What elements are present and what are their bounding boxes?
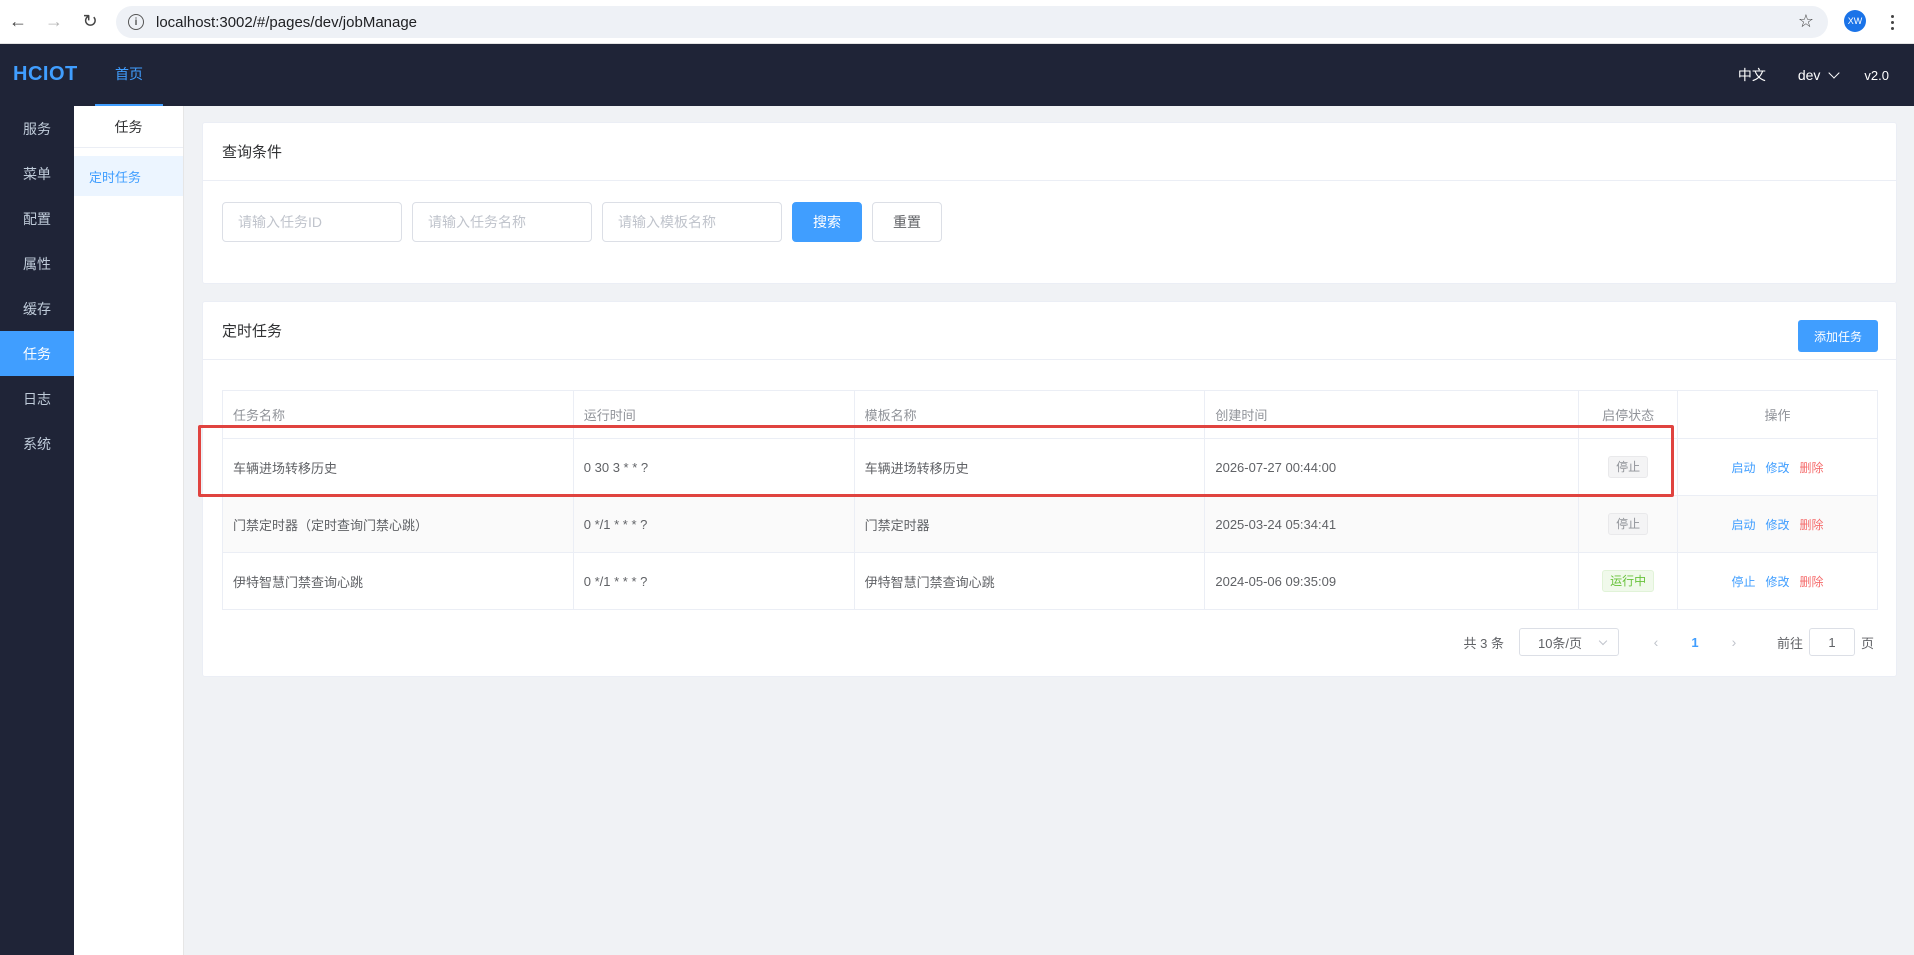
back-icon[interactable]: ← (0, 4, 36, 40)
goto-prefix: 前往 (1776, 635, 1803, 651)
template-cell: 车辆进场转移历史 (853, 438, 1206, 496)
table-row: 车辆进场转移历史 0 30 3 * * ? 车辆进场转移历史 2026-07-2… (222, 438, 1878, 496)
add-task-button[interactable]: 添加任务 (1798, 320, 1878, 352)
user-menu[interactable]: dev (1797, 67, 1841, 83)
reset-button[interactable]: 重置 (872, 202, 942, 242)
query-card-title: 查询条件 (203, 123, 1896, 181)
chevron-down-icon (1598, 636, 1608, 646)
jobs-card-title: 定时任务 (222, 323, 283, 340)
search-row: 搜索 重置 (222, 202, 942, 242)
sidebar-item-attribute[interactable]: 属性 (0, 241, 74, 286)
browser-menu-icon[interactable] (1880, 8, 1904, 36)
table-row: 门禁定时器（定时查询门禁心跳） 0 */1 * * * ? 门禁定时器 2025… (222, 495, 1878, 553)
sidebar-item-log[interactable]: 日志 (0, 376, 74, 421)
language-switch[interactable]: 中文 (1738, 65, 1766, 85)
bookmark-star-icon[interactable]: ☆ (1798, 11, 1814, 32)
site-info-icon[interactable]: i (128, 14, 144, 30)
sidebar-item-task[interactable]: 任务 (0, 331, 74, 376)
column-header[interactable]: 启停状态 (1578, 390, 1679, 439)
prev-page-icon[interactable]: ‹ (1641, 634, 1671, 650)
delete-link[interactable]: 删除 (1800, 518, 1824, 532)
task-name-cell: 车辆进场转移历史 (222, 438, 574, 496)
task-name-cell: 伊特智慧门禁查询心跳 (222, 552, 574, 610)
sidebar-item-cache[interactable]: 缓存 (0, 286, 74, 331)
profile-avatar[interactable]: XW (1844, 10, 1866, 32)
subnav-title: 任务 (74, 106, 183, 148)
query-card: 查询条件 搜索 重置 (202, 122, 1897, 284)
sidebar-item-menu[interactable]: 菜单 (0, 151, 74, 196)
created-cell: 2026-07-27 00:44:00 (1204, 438, 1580, 496)
created-cell: 2024-05-06 09:35:09 (1204, 552, 1580, 610)
delete-link[interactable]: 删除 (1800, 575, 1824, 589)
address-bar[interactable]: i localhost:3002/#/pages/dev/jobManage ☆ (116, 6, 1828, 38)
user-name: dev (1797, 67, 1821, 83)
task-name-input[interactable] (412, 202, 592, 242)
page-number[interactable]: 1 (1680, 635, 1710, 650)
jobs-table: 任务名称 运行时间 模板名称 创建时间 启停状态 操作 车辆进场转移历史 0 3… (222, 390, 1878, 610)
column-header[interactable]: 运行时间 (572, 390, 855, 439)
status-badge: 停止 (1608, 513, 1649, 535)
column-header[interactable]: 模板名称 (853, 390, 1206, 439)
template-cell: 伊特智慧门禁查询心跳 (853, 552, 1206, 610)
sidebar-item-service[interactable]: 服务 (0, 106, 74, 151)
status-badge: 停止 (1608, 456, 1649, 478)
top-nav-home[interactable]: 首页 (95, 44, 163, 106)
pagination: 共 3 条 10条/页 ‹ 1 › 前往 1 页 (1463, 628, 1874, 656)
chevron-down-icon (1828, 67, 1841, 79)
column-header[interactable]: 创建时间 (1204, 390, 1580, 439)
task-id-input[interactable] (222, 202, 402, 242)
sidebar-item-config[interactable]: 配置 (0, 196, 74, 241)
sidebar-item-system[interactable]: 系统 (0, 421, 74, 466)
url-text: localhost:3002/#/pages/dev/jobManage (156, 13, 418, 31)
actions-cell: 启动 修改 删除 (1677, 495, 1878, 553)
subnav-item-scheduled-task[interactable]: 定时任务 (74, 156, 183, 196)
search-button[interactable]: 搜索 (792, 202, 862, 242)
cron-cell: 0 30 3 * * ? (572, 438, 855, 496)
app-logo: HCIOT (13, 63, 78, 85)
goto-page-input[interactable]: 1 (1808, 628, 1855, 656)
status-badge: 运行中 (1602, 570, 1655, 592)
status-cell: 停止 (1578, 495, 1679, 553)
pagination-total: 共 3 条 (1463, 635, 1504, 651)
browser-toolbar: ← → ↻ i localhost:3002/#/pages/dev/jobMa… (0, 0, 1914, 44)
edit-link[interactable]: 修改 (1766, 518, 1790, 532)
jobs-card-header: 定时任务 添加任务 (203, 302, 1896, 360)
page-size-select[interactable]: 10条/页 (1518, 628, 1619, 656)
status-cell: 停止 (1578, 438, 1679, 496)
goto-page: 前往 1 页 (1777, 628, 1874, 656)
cron-cell: 0 */1 * * * ? (572, 552, 855, 610)
page-size-value: 10条/页 (1537, 635, 1583, 651)
start-link[interactable]: 启动 (1732, 461, 1756, 475)
cron-cell: 0 */1 * * * ? (572, 495, 855, 553)
table-row: 伊特智慧门禁查询心跳 0 */1 * * * ? 伊特智慧门禁查询心跳 2024… (222, 552, 1878, 610)
forward-icon[interactable]: → (36, 4, 72, 40)
start-link[interactable]: 启动 (1732, 518, 1756, 532)
stop-link[interactable]: 停止 (1732, 575, 1756, 589)
edit-link[interactable]: 修改 (1766, 575, 1790, 589)
edit-link[interactable]: 修改 (1766, 461, 1790, 475)
actions-cell: 启动 修改 删除 (1677, 438, 1878, 496)
version-label: v2.0 (1864, 67, 1889, 83)
status-cell: 运行中 (1578, 552, 1679, 610)
goto-suffix: 页 (1860, 635, 1874, 651)
left-sidebar: 服务 菜单 配置 属性 缓存 任务 日志 系统 (0, 106, 74, 955)
delete-link[interactable]: 删除 (1800, 461, 1824, 475)
next-page-icon[interactable]: › (1719, 634, 1749, 650)
column-header[interactable]: 操作 (1677, 390, 1878, 439)
header-right: 中文 dev v2.0 (1738, 44, 1914, 106)
template-name-input[interactable] (602, 202, 782, 242)
actions-cell: 停止 修改 删除 (1677, 552, 1878, 610)
created-cell: 2025-03-24 05:34:41 (1204, 495, 1580, 553)
task-name-cell: 门禁定时器（定时查询门禁心跳） (222, 495, 574, 553)
reload-icon[interactable]: ↻ (72, 4, 108, 40)
table-header-row: 任务名称 运行时间 模板名称 创建时间 启停状态 操作 (222, 390, 1878, 439)
column-header[interactable]: 任务名称 (222, 390, 574, 439)
jobs-card: 定时任务 添加任务 任务名称 运行时间 模板名称 创建时间 启停状态 操作 车辆… (202, 301, 1897, 677)
app-header: HCIOT 首页 中文 dev v2.0 (0, 44, 1914, 106)
sub-sidebar: 任务 定时任务 (74, 106, 184, 955)
template-cell: 门禁定时器 (853, 495, 1206, 553)
